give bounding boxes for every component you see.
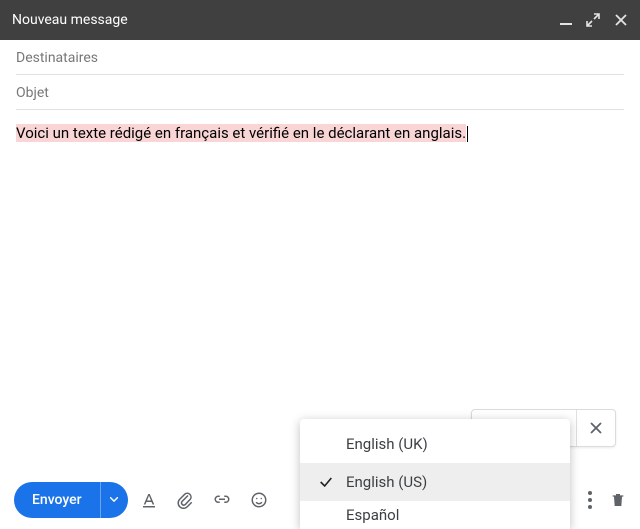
send-button-group: Envoyer <box>14 482 128 518</box>
format-icons <box>140 491 268 509</box>
window-title: Nouveau message <box>12 12 128 28</box>
lang-label: Español <box>346 506 399 524</box>
lang-option-en-us[interactable]: English (US) <box>300 463 570 501</box>
language-menu: English (UK) English (US) Español <box>300 419 570 529</box>
format-text-icon[interactable] <box>140 491 158 509</box>
send-more-button[interactable] <box>100 482 128 518</box>
expand-icon[interactable] <box>586 13 600 27</box>
toolbar-right <box>588 491 626 509</box>
lang-option-en-uk[interactable]: English (UK) <box>300 425 570 463</box>
attach-icon[interactable] <box>176 491 194 509</box>
more-options-icon[interactable] <box>588 491 592 509</box>
send-button[interactable]: Envoyer <box>14 482 100 518</box>
check-icon <box>318 474 346 490</box>
spellcheck-highlight[interactable]: Voici un texte rédigé en français et vér… <box>16 124 466 142</box>
emoji-icon[interactable] <box>250 491 268 509</box>
lang-label: English (UK) <box>346 435 428 453</box>
link-icon[interactable] <box>212 491 232 509</box>
recheck-close-button[interactable] <box>577 410 615 446</box>
recipients-field[interactable]: Destinataires <box>16 40 624 75</box>
compose-window: Nouveau message Destinataires Objet Voic… <box>0 0 640 529</box>
lang-label: English (US) <box>346 473 427 491</box>
titlebar: Nouveau message <box>0 0 640 40</box>
subject-field[interactable]: Objet <box>16 75 624 110</box>
lang-option-es[interactable]: Español <box>300 501 570 529</box>
header-fields: Destinataires Objet <box>0 40 640 110</box>
window-controls <box>560 13 628 27</box>
close-icon[interactable] <box>614 13 628 27</box>
text-cursor <box>467 126 468 142</box>
trash-icon[interactable] <box>610 491 626 509</box>
minimize-icon[interactable] <box>560 14 572 26</box>
